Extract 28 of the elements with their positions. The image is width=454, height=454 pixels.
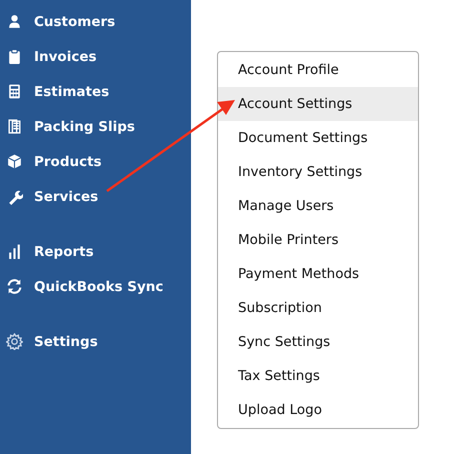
- menu-item[interactable]: Mobile Printers: [218, 223, 418, 257]
- menu-item[interactable]: Subscription: [218, 291, 418, 325]
- sidebar-item[interactable]: Estimates: [0, 74, 191, 109]
- sidebar-item[interactable]: Invoices: [0, 39, 191, 74]
- bar-chart-icon: [6, 243, 23, 260]
- menu-item[interactable]: Account Settings: [218, 87, 418, 121]
- box-icon: [6, 153, 23, 170]
- clipboard-icon: [6, 48, 23, 65]
- sidebar-item[interactable]: Customers: [0, 4, 191, 39]
- menu-item[interactable]: Sync Settings: [218, 325, 418, 359]
- menu-item[interactable]: Document Settings: [218, 121, 418, 155]
- sidebar-item[interactable]: Reports: [0, 234, 191, 269]
- person-icon: [6, 13, 23, 30]
- sidebar-item[interactable]: Services: [0, 179, 191, 214]
- sidebar-item[interactable]: Products: [0, 144, 191, 179]
- menu-item[interactable]: Payment Methods: [218, 257, 418, 291]
- calculator-icon: [6, 83, 23, 100]
- menu-item[interactable]: Manage Users: [218, 189, 418, 223]
- menu-item[interactable]: Tax Settings: [218, 359, 418, 393]
- sidebar-item[interactable]: QuickBooks Sync: [0, 269, 191, 304]
- sync-icon: [6, 278, 23, 295]
- menu-item[interactable]: Upload Logo: [218, 393, 418, 427]
- sidebar-item[interactable]: Packing Slips: [0, 109, 191, 144]
- menu-item[interactable]: Account Profile: [218, 53, 418, 87]
- settings-icon: [6, 333, 23, 350]
- documents-icon: [6, 118, 23, 135]
- sidebar-item[interactable]: Settings: [0, 324, 191, 359]
- menu-item[interactable]: Inventory Settings: [218, 155, 418, 189]
